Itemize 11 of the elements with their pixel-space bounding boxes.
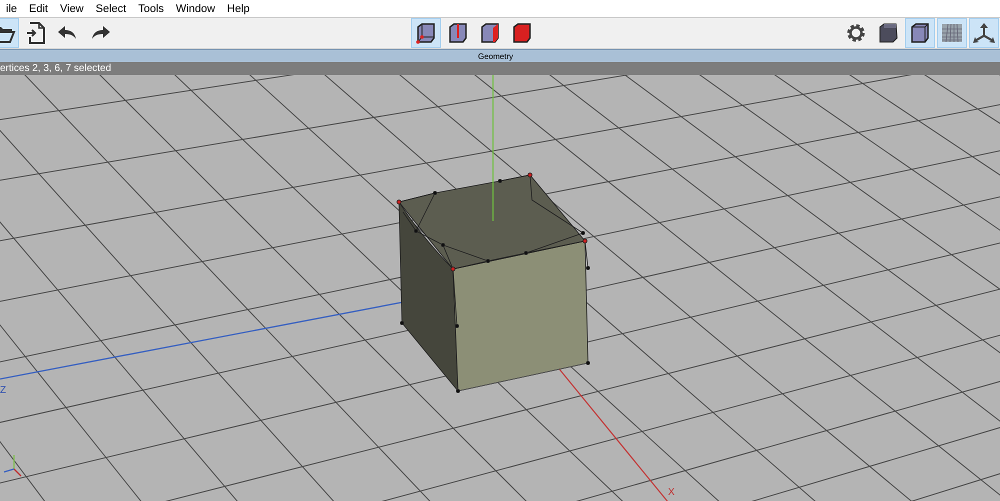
panel-title: Geometry [478, 52, 514, 60]
menu-item[interactable]: Window [170, 2, 222, 14]
axis-label: X [668, 487, 675, 498]
menu-item[interactable]: Help [221, 2, 256, 14]
menu-item[interactable]: Select [90, 2, 132, 14]
menu-item[interactable]: View [54, 2, 90, 14]
menu-item[interactable]: Tools [132, 2, 170, 14]
axis-label: Z [0, 385, 6, 396]
menu-item[interactable]: Edit [23, 2, 54, 14]
menu-item[interactable]: ile [0, 2, 24, 14]
selection-status: ertices 2, 3, 6, 7 selected [0, 63, 112, 74]
